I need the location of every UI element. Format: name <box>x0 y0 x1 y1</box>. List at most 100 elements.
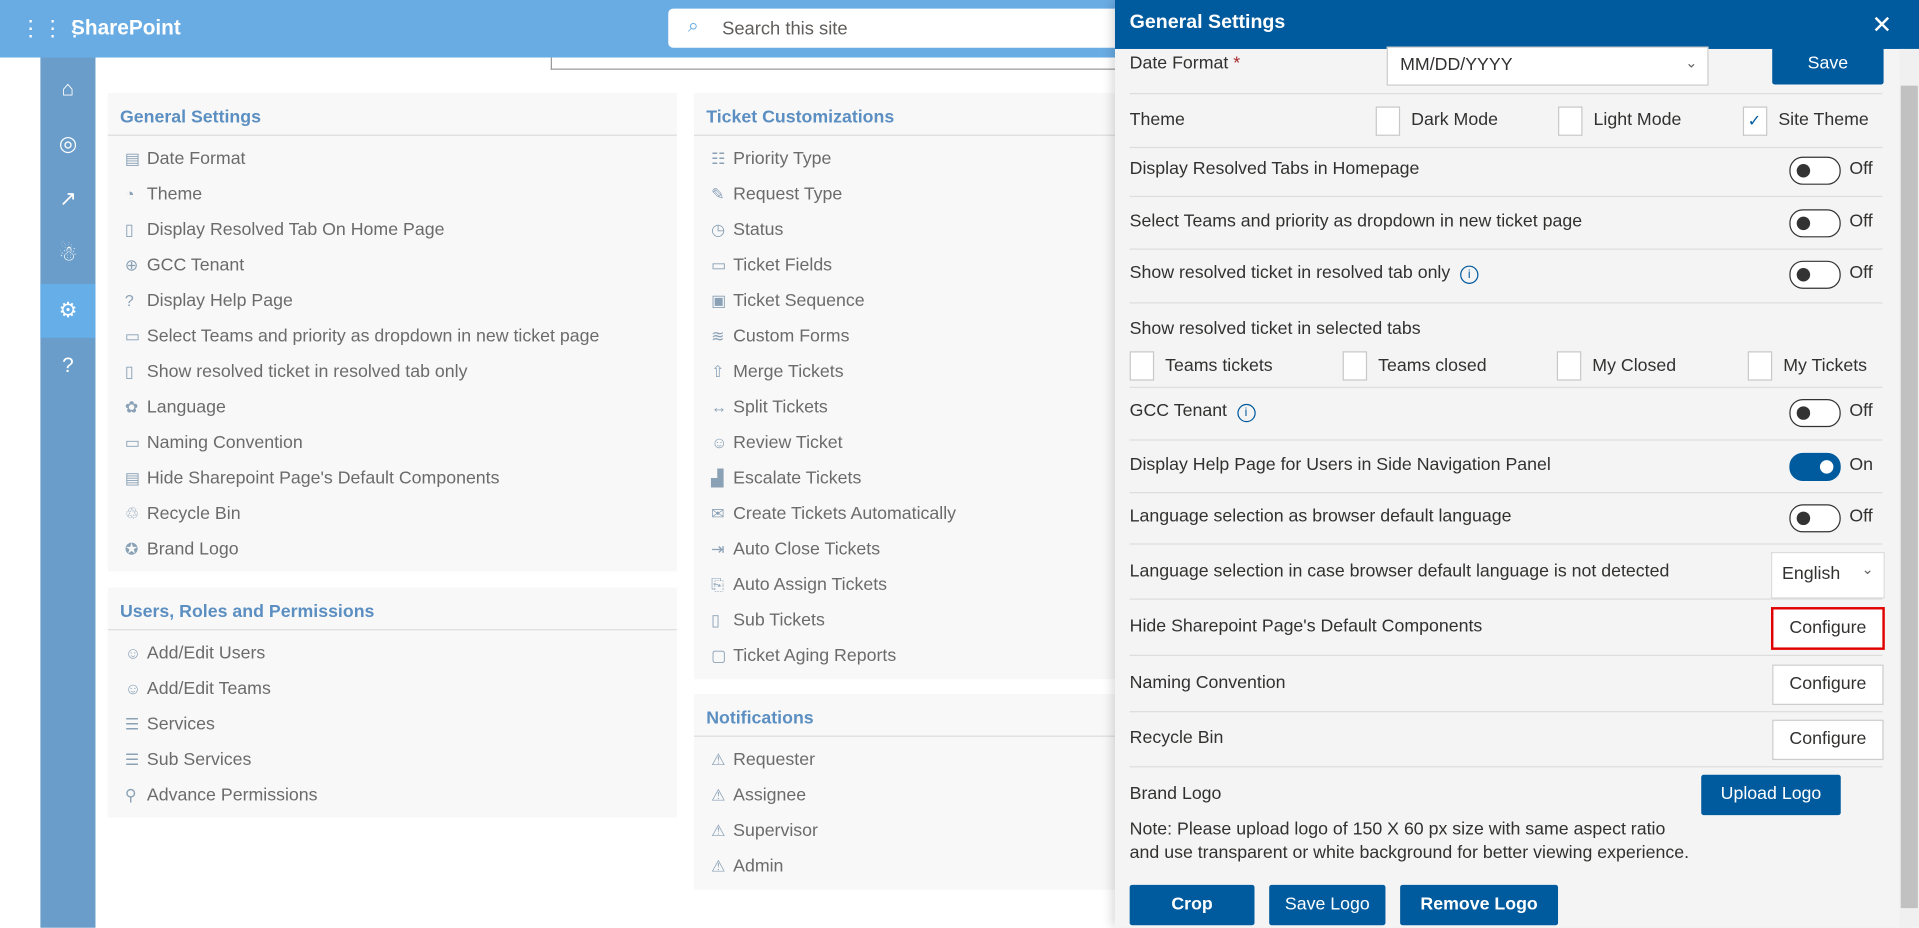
item-icon: ☰ <box>124 750 140 769</box>
teams-closed-checkbox[interactable] <box>1342 351 1368 381</box>
settings-link[interactable]: ✪ Brand Logo <box>125 540 239 560</box>
toggle-state: Off <box>1849 263 1873 283</box>
divider <box>693 735 1117 737</box>
upload-logo-button[interactable]: Upload Logo <box>1701 774 1841 816</box>
settings-link[interactable]: ♲ Recycle Bin <box>125 504 241 524</box>
toggle-switch[interactable] <box>1789 260 1841 289</box>
settings-link[interactable]: ⎘ Auto Assign Tickets <box>711 575 887 595</box>
settings-link[interactable]: ☰ Sub Services <box>125 750 252 770</box>
settings-link[interactable]: ▭ Naming Convention <box>125 433 303 453</box>
item-label: Assignee <box>733 785 807 806</box>
item-icon: ▭ <box>124 326 140 346</box>
settings-link[interactable]: ▢ Ticket Aging Reports <box>711 646 896 666</box>
language-dropdown[interactable]: English ⌄ <box>1770 551 1885 599</box>
help-icon[interactable]: ? <box>40 339 95 393</box>
item-label: Theme <box>146 184 203 205</box>
settings-link[interactable]: ⚠ Requester <box>711 750 815 770</box>
item-icon: ⚠ <box>711 750 726 769</box>
settings-link[interactable]: ≋ Custom Forms <box>711 327 849 347</box>
toggle-switch[interactable] <box>1789 398 1841 428</box>
item-label: Hide Sharepoint Page's Default Component… <box>146 468 500 489</box>
configure-button[interactable]: Configure <box>1770 607 1885 650</box>
item-label: Ticket Sequence <box>733 291 865 311</box>
settings-link[interactable]: ⇥ Auto Close Tickets <box>711 540 880 560</box>
settings-link[interactable]: ▯ Display Resolved Tab On Home Page <box>125 220 445 240</box>
settings-link[interactable]: ☺ Review Ticket <box>711 433 843 453</box>
crop-button[interactable]: Crop <box>1129 884 1255 926</box>
toggle-switch[interactable] <box>1789 504 1841 533</box>
divider <box>1129 492 1883 494</box>
settings-link[interactable]: ⚠ Assignee <box>711 786 806 806</box>
remove-logo-button[interactable]: Remove Logo <box>1400 884 1559 926</box>
settings-link[interactable]: ▤ Date Format <box>125 149 246 169</box>
settings-link[interactable]: ▯ Sub Tickets <box>711 611 825 631</box>
settings-link[interactable]: ⚠ Supervisor <box>711 821 818 841</box>
save-button[interactable]: Save <box>1772 44 1884 85</box>
tab-option-label: My Tickets <box>1783 356 1868 376</box>
theme-light-checkbox[interactable] <box>1558 106 1583 136</box>
settings-link[interactable]: ✿ Language <box>125 398 226 418</box>
settings-link[interactable]: ✉ Create Tickets Automatically <box>711 504 956 524</box>
toggle-switch[interactable] <box>1789 156 1841 185</box>
settings-link[interactable]: ◷ Status <box>711 220 783 240</box>
settings-link[interactable]: ▯ Show resolved ticket in resolved tab on… <box>125 362 468 382</box>
item-label: Auto Close Tickets <box>733 539 881 560</box>
scrollbar-thumb[interactable] <box>1900 85 1918 909</box>
settings-link[interactable]: ▟ Escalate Tickets <box>711 469 861 489</box>
settings-link[interactable]: ⊕ GCC Tenant <box>125 256 244 276</box>
configure-button[interactable]: Configure <box>1772 664 1884 705</box>
configure-button[interactable]: Configure <box>1772 719 1884 761</box>
item-label: Ticket Aging Reports <box>733 646 897 666</box>
my-tickets-checkbox[interactable] <box>1747 351 1773 381</box>
settings-link[interactable]: ◔ Theme <box>125 185 202 205</box>
settings-link[interactable]: ☺ Add/Edit Users <box>125 644 265 664</box>
item-icon: ▯ <box>124 220 134 239</box>
language-fallback-label: Language selection in case browser defau… <box>1129 561 1670 582</box>
divider <box>1129 711 1883 713</box>
toggle-knob <box>1819 460 1834 474</box>
home-icon[interactable]: ⌂ <box>40 62 95 116</box>
info-icon[interactable]: i <box>1460 265 1479 284</box>
settings-link[interactable]: ☺ Add/Edit Teams <box>125 679 271 699</box>
app-title[interactable]: SharePoint <box>71 16 181 40</box>
item-icon: ♲ <box>124 504 140 523</box>
toggle-switch[interactable] <box>1789 452 1841 481</box>
settings-link[interactable]: ☷ Priority Type <box>711 149 831 169</box>
users-roles-card: Users, Roles and Permissions ☺ Add/Edit Us… <box>107 587 677 818</box>
item-icon: ▯ <box>711 610 720 630</box>
settings-link[interactable]: ↔ Split Tickets <box>711 398 828 418</box>
item-icon: ⇧ <box>711 362 725 381</box>
settings-link[interactable]: ⚠ Admin <box>711 857 783 877</box>
card-title: Ticket Customizations <box>706 107 895 128</box>
my-closed-checkbox[interactable] <box>1556 351 1582 381</box>
settings-link[interactable]: ▭ Ticket Fields <box>711 256 832 276</box>
settings-link[interactable]: ✎ Request Type <box>711 185 842 205</box>
theme-dark-checkbox[interactable] <box>1375 106 1401 136</box>
settings-link[interactable]: ⚲ Advance Permissions <box>125 786 318 806</box>
settings-link[interactable]: ▤ Hide Sharepoint Page's Default Componen… <box>125 469 500 489</box>
teams-tickets-checkbox[interactable] <box>1129 351 1155 381</box>
users-icon[interactable]: ☃ <box>40 228 95 282</box>
save-logo-button[interactable]: Save Logo <box>1269 884 1386 926</box>
item-icon: ≋ <box>711 326 725 346</box>
toggle-state: Off <box>1849 401 1873 422</box>
close-icon[interactable]: ✕ <box>1872 10 1893 41</box>
toggle-state: On <box>1849 455 1873 475</box>
search-input[interactable]: ⌕ Search this site <box>668 8 1134 48</box>
theme-site-checkbox[interactable]: ✓ <box>1742 106 1768 136</box>
info-icon[interactable]: i <box>1236 403 1256 423</box>
settings-icon[interactable]: ⚙ <box>40 283 96 338</box>
analytics-icon[interactable]: ↗ <box>40 173 95 227</box>
settings-link[interactable]: ⇧ Merge Tickets <box>711 362 843 382</box>
dashboard-icon[interactable]: ◎ <box>40 117 95 171</box>
date-format-dropdown[interactable]: MM/DD/YYYY ⌄ <box>1386 46 1709 86</box>
settings-link[interactable]: ▣ Ticket Sequence <box>711 291 865 311</box>
toggle-switch[interactable] <box>1789 209 1841 238</box>
app-launcher-icon[interactable]: ⋮⋮⋮ <box>20 17 86 39</box>
settings-link[interactable]: ☰ Services <box>125 715 215 735</box>
settings-link[interactable]: ? Display Help Page <box>125 291 293 311</box>
item-label: Date Format <box>146 149 246 169</box>
settings-link[interactable]: ▭ Select Teams and priority as dropdown i… <box>125 327 599 347</box>
item-label: Select Teams and priority as dropdown in… <box>146 326 600 347</box>
item-label: Sub Tickets <box>733 610 825 631</box>
